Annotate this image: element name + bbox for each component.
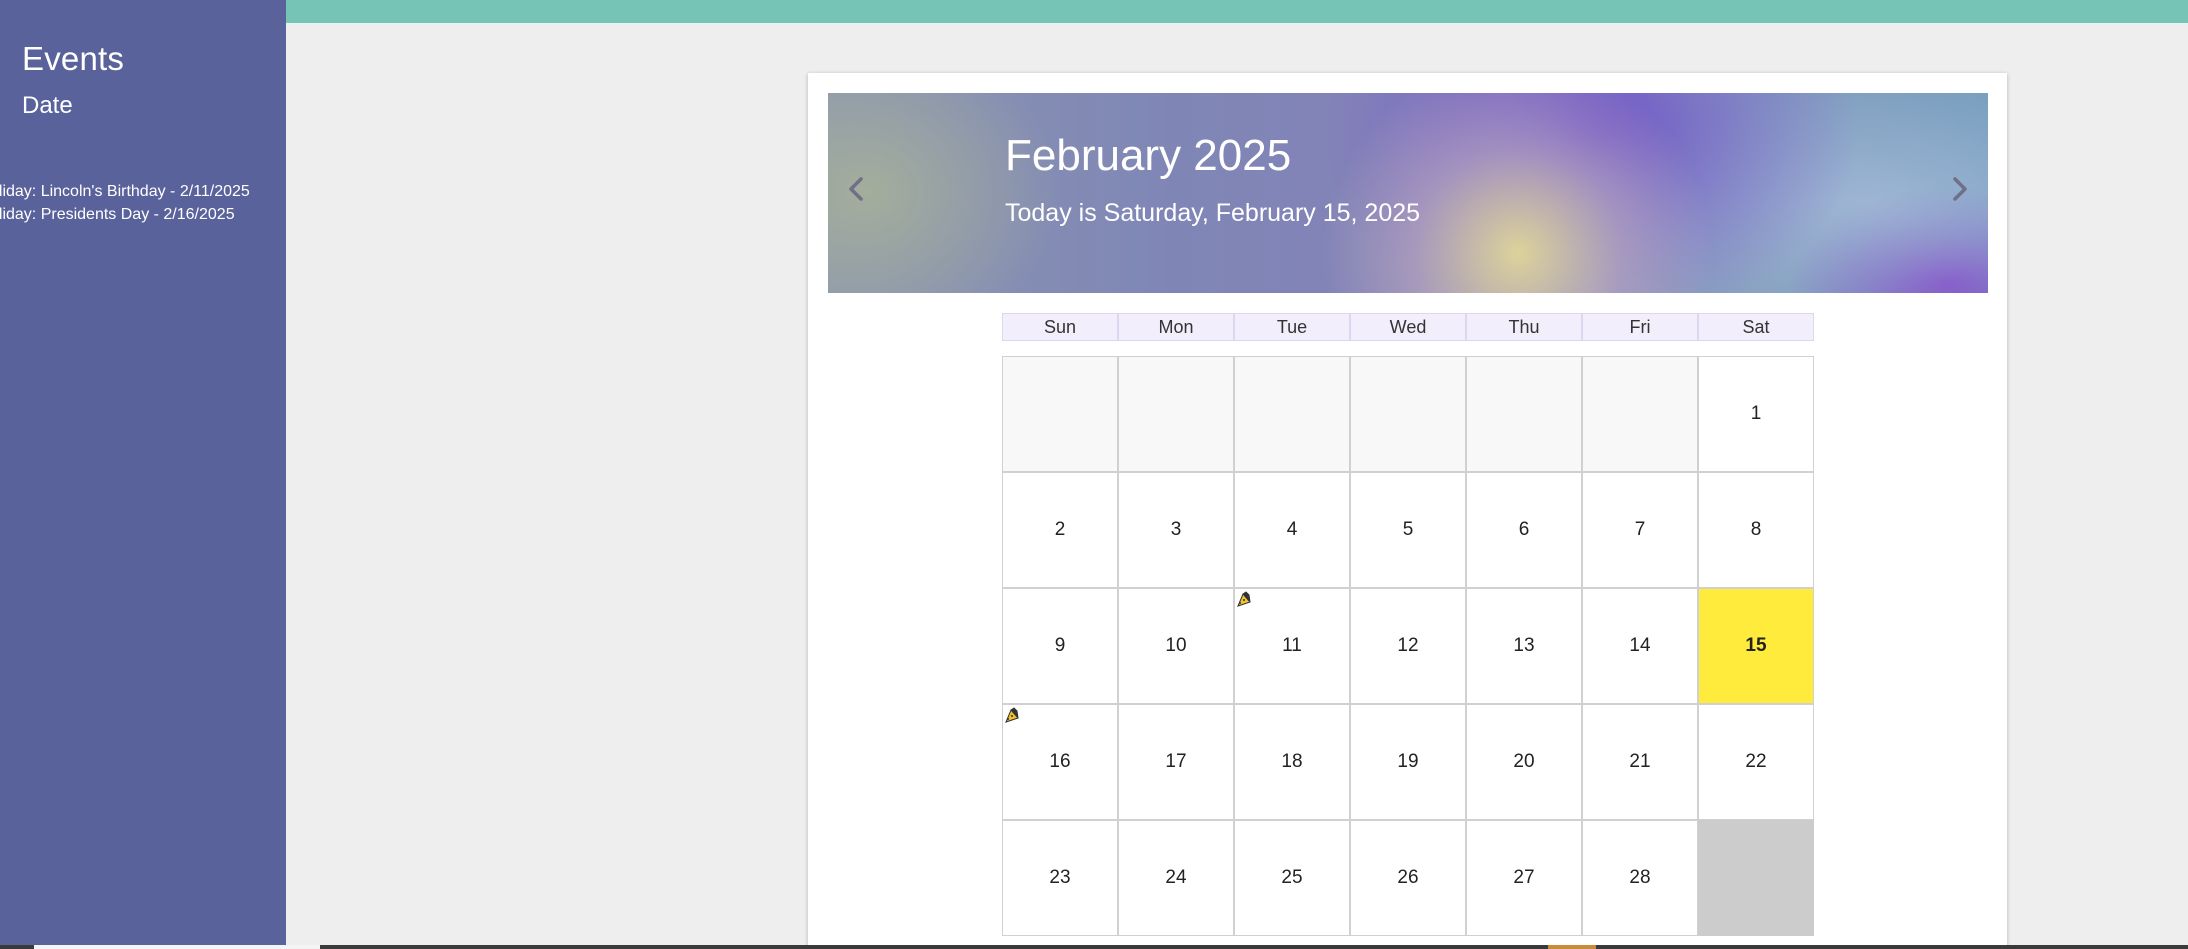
day-cell-8[interactable]: 8 [1698, 472, 1814, 588]
day-number: 8 [1750, 519, 1762, 540]
day-number: 27 [1513, 867, 1535, 888]
weekday-mon: Mon [1118, 313, 1234, 341]
day-number: 21 [1629, 751, 1651, 772]
weekday-sat: Sat [1698, 313, 1814, 341]
day-cell-28[interactable]: 28 [1582, 820, 1698, 936]
calendar-grid: 1 2 3 4 5 6 7 8 9 10 11 12 13 14 15 16 17 18 19 20 21 22 23 24 2… [1002, 356, 1816, 938]
weekday-fri: Fri [1582, 313, 1698, 341]
day-number: 25 [1281, 867, 1303, 888]
empty-day-cell [1234, 356, 1350, 472]
day-cell-2[interactable]: 2 [1002, 472, 1118, 588]
calendar-app: Events Date oliday: Lincoln's Birthday -… [0, 0, 2188, 949]
chevron-right-icon [1953, 177, 1967, 201]
day-number: 14 [1629, 635, 1651, 656]
day-number: 24 [1165, 867, 1187, 888]
day-cell-10[interactable]: 10 [1118, 588, 1234, 704]
event-list: oliday: Lincoln's Birthday - 2/11/2025 o… [0, 180, 250, 226]
party-hat-icon [1236, 590, 1254, 608]
day-number: 28 [1629, 867, 1651, 888]
calendar-banner: February 2025 Today is Saturday, Februar… [828, 93, 1988, 293]
day-cell-9[interactable]: 9 [1002, 588, 1118, 704]
day-cell-3[interactable]: 3 [1118, 472, 1234, 588]
day-number: 11 [1282, 635, 1302, 656]
party-hat-icon [1004, 706, 1022, 724]
day-cell-27[interactable]: 27 [1466, 820, 1582, 936]
sidebar-date-label: Date [22, 92, 73, 119]
day-cell-17[interactable]: 17 [1118, 704, 1234, 820]
day-cell-26[interactable]: 26 [1350, 820, 1466, 936]
day-number: 2 [1054, 519, 1066, 540]
day-cell-23[interactable]: 23 [1002, 820, 1118, 936]
empty-day-cell [1466, 356, 1582, 472]
day-number: 26 [1397, 867, 1419, 888]
empty-day-cell [1118, 356, 1234, 472]
day-cell-16[interactable]: 16 [1002, 704, 1118, 820]
day-cell-1[interactable]: 1 [1698, 356, 1814, 472]
day-cell-15[interactable]: 15 [1698, 588, 1814, 704]
day-cell-13[interactable]: 13 [1466, 588, 1582, 704]
weekday-thu: Thu [1466, 313, 1582, 341]
day-number: 3 [1170, 519, 1182, 540]
empty-day-cell [1698, 820, 1814, 936]
next-month-button[interactable] [1940, 169, 1980, 209]
day-number: 16 [1049, 751, 1071, 772]
chevron-left-icon [849, 177, 863, 201]
weekday-tue: Tue [1234, 313, 1350, 341]
day-number: 12 [1397, 635, 1419, 656]
day-cell-6[interactable]: 6 [1466, 472, 1582, 588]
day-number: 5 [1402, 519, 1414, 540]
day-number: 13 [1513, 635, 1535, 656]
weekday-wed: Wed [1350, 313, 1466, 341]
day-number: 20 [1513, 751, 1535, 772]
day-cell-22[interactable]: 22 [1698, 704, 1814, 820]
day-cell-4[interactable]: 4 [1234, 472, 1350, 588]
sidebar-title: Events [22, 40, 125, 77]
day-number: 19 [1397, 751, 1419, 772]
day-number: 10 [1165, 635, 1187, 656]
day-number: 1 [1750, 403, 1762, 424]
day-number: 6 [1518, 519, 1530, 540]
day-number: 18 [1281, 751, 1303, 772]
day-cell-19[interactable]: 19 [1350, 704, 1466, 820]
day-number: 23 [1049, 867, 1071, 888]
day-cell-21[interactable]: 21 [1582, 704, 1698, 820]
month-title: February 2025 [1005, 131, 1292, 180]
empty-day-cell [1350, 356, 1466, 472]
taskbar-strip [0, 945, 2188, 949]
events-sidebar: Events Date oliday: Lincoln's Birthday -… [0, 0, 286, 945]
day-number: 4 [1286, 519, 1298, 540]
event-list-item: oliday: Presidents Day - 2/16/2025 [0, 206, 235, 223]
weekday-sun: Sun [1002, 313, 1118, 341]
today-text: Today is Saturday, February 15, 2025 [1005, 199, 1421, 227]
day-cell-12[interactable]: 12 [1350, 588, 1466, 704]
day-cell-14[interactable]: 14 [1582, 588, 1698, 704]
day-cell-18[interactable]: 18 [1234, 704, 1350, 820]
day-number: 22 [1745, 751, 1767, 772]
day-cell-5[interactable]: 5 [1350, 472, 1466, 588]
day-number: 17 [1165, 751, 1187, 772]
empty-day-cell [1582, 356, 1698, 472]
day-cell-24[interactable]: 24 [1118, 820, 1234, 936]
day-cell-7[interactable]: 7 [1582, 472, 1698, 588]
day-cell-11[interactable]: 11 [1234, 588, 1350, 704]
day-cell-20[interactable]: 20 [1466, 704, 1582, 820]
event-list-item: oliday: Lincoln's Birthday - 2/11/2025 [0, 183, 250, 200]
day-number: 7 [1634, 519, 1646, 540]
empty-day-cell [1002, 356, 1118, 472]
calendar-card: February 2025 Today is Saturday, Februar… [808, 73, 2007, 949]
day-cell-25[interactable]: 25 [1234, 820, 1350, 936]
day-number: 9 [1054, 635, 1066, 656]
weekday-header: Sun Mon Tue Wed Thu Fri Sat [1002, 313, 1816, 341]
prev-month-button[interactable] [836, 169, 876, 209]
day-number: 15 [1745, 635, 1767, 656]
top-accent-bar [286, 0, 2188, 23]
